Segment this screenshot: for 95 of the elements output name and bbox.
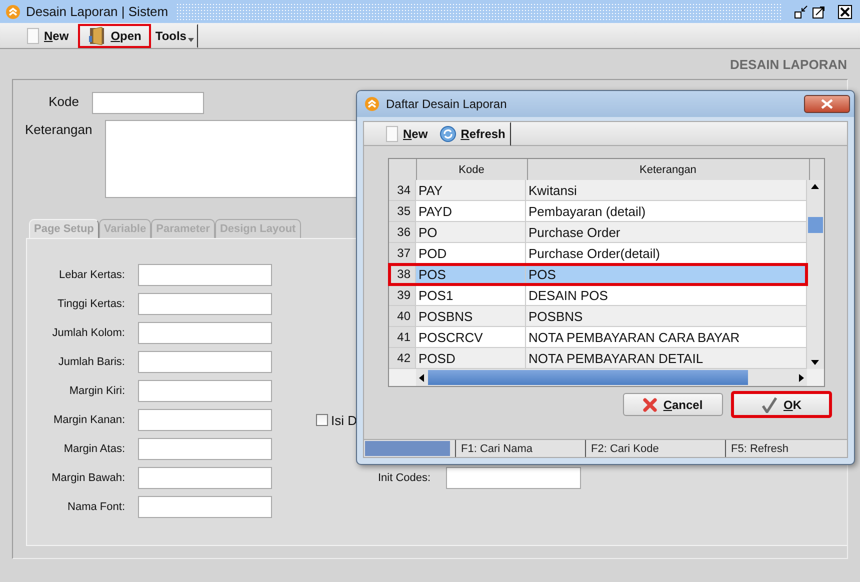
- field-label: Jumlah Baris:: [57, 356, 125, 368]
- field-label: Margin Kiri:: [68, 385, 125, 397]
- table-cell: Purchase Order: [526, 222, 806, 243]
- table-cell: POSBNS: [416, 306, 526, 327]
- table-row[interactable]: 41 POSCRCV NOTA PEMBAYARAN CARA BAYAR: [388, 327, 806, 348]
- input-field[interactable]: [92, 92, 204, 114]
- maximize-icon[interactable]: [812, 4, 826, 18]
- field-label: Nama Font:: [66, 501, 125, 513]
- check-icon: [761, 396, 778, 412]
- caret-icon: [188, 38, 194, 42]
- vertical-scrollbar[interactable]: [806, 180, 824, 369]
- table-cell: POS: [526, 264, 806, 285]
- row-number: 36: [388, 222, 416, 243]
- row-number: 42: [388, 348, 416, 369]
- row-number: 41: [388, 327, 416, 348]
- refresh-icon: [440, 126, 456, 142]
- input-field[interactable]: [138, 467, 272, 489]
- input-field[interactable]: [138, 496, 272, 518]
- field-label: Margin Atas:: [62, 443, 125, 455]
- row-number: 35: [388, 201, 416, 222]
- status-text: F5: Refresh: [725, 440, 847, 457]
- input-field[interactable]: [138, 322, 272, 344]
- table-row[interactable]: 42 POSD NOTA PEMBAYARAN DETAIL: [388, 348, 806, 369]
- open-button[interactable]: Open: [78, 24, 152, 48]
- row-number: 39: [388, 285, 416, 306]
- tools-menu[interactable]: Tools: [151, 24, 198, 48]
- field-label: Init Codes:: [378, 472, 432, 484]
- app-logo-icon: [365, 97, 379, 111]
- row-number: 38: [388, 264, 416, 285]
- checkbox-label: Isi D: [331, 412, 357, 428]
- new-button[interactable]: New: [380, 122, 434, 146]
- status-text: F2: Cari Kode: [585, 440, 725, 457]
- table-cell: NOTA PEMBAYARAN CARA BAYAR: [526, 327, 806, 348]
- table-cell: POS1: [416, 285, 526, 306]
- table-row[interactable]: 37 POD Purchase Order(detail): [388, 243, 806, 264]
- table-cell: DESAIN POS: [526, 285, 806, 306]
- field-label: Margin Kanan:: [52, 414, 125, 426]
- door-icon: [88, 26, 106, 44]
- table-cell: Pembayaran (detail): [526, 201, 806, 222]
- field-label: Keterangan: [24, 122, 94, 137]
- down-arrow-icon[interactable]: [811, 360, 819, 365]
- dialog-title: Daftar Desain Laporan: [386, 97, 508, 111]
- page-icon: [386, 126, 398, 142]
- right-arrow-icon[interactable]: [798, 374, 804, 382]
- scroll-thumb[interactable]: [428, 370, 748, 385]
- field-label: Margin Bawah:: [50, 472, 125, 484]
- page-icon: [27, 28, 39, 44]
- close-button[interactable]: [804, 95, 850, 113]
- table-cell: PO: [416, 222, 526, 243]
- close-icon: [821, 99, 833, 109]
- row-number: 40: [388, 306, 416, 327]
- row-number: 34: [388, 180, 416, 201]
- table-cell: POSCRCV: [416, 327, 526, 348]
- horizontal-scrollbar[interactable]: [416, 369, 806, 386]
- ok-button[interactable]: OK: [731, 391, 832, 418]
- left-arrow-icon[interactable]: [418, 374, 424, 382]
- row-number: 37: [388, 243, 416, 264]
- table-cell: PAYD: [416, 201, 526, 222]
- table-row[interactable]: 39 POS1 DESAIN POS: [388, 285, 806, 306]
- input-field[interactable]: [446, 467, 581, 489]
- table-row[interactable]: 36 PO Purchase Order: [388, 222, 806, 243]
- restore-icon[interactable]: [794, 4, 808, 18]
- input-field[interactable]: [138, 409, 272, 431]
- table-cell: POD: [416, 243, 526, 264]
- cancel-button[interactable]: Cancel: [623, 393, 723, 416]
- table-row[interactable]: 35 PAYD Pembayaran (detail): [388, 201, 806, 222]
- field-label: Lebar Kertas:: [58, 269, 125, 281]
- input-field[interactable]: [138, 351, 272, 373]
- table-cell: PAY: [416, 180, 526, 201]
- input-field[interactable]: [138, 293, 272, 315]
- field-label: Tinggi Kertas:: [56, 298, 125, 310]
- close-icon[interactable]: [838, 4, 852, 18]
- field-label: Kode: [48, 94, 80, 109]
- table-cell: POSD: [416, 348, 526, 369]
- checkbox[interactable]: [316, 414, 328, 426]
- new-button[interactable]: New: [18, 24, 78, 48]
- table-cell: Purchase Order(detail): [526, 243, 806, 264]
- table-cell: POSBNS: [526, 306, 806, 327]
- page-heading: DESAIN LAPORAN: [730, 57, 847, 74]
- status-text: F1: Cari Nama: [455, 440, 585, 457]
- field-label: Jumlah Kolom:: [51, 327, 125, 339]
- input-field[interactable]: [138, 264, 272, 286]
- app-logo-icon: [6, 4, 20, 18]
- table-cell: POS: [416, 264, 526, 285]
- close-icon: [643, 398, 658, 412]
- table-cell: Kwitansi: [526, 180, 806, 201]
- input-field[interactable]: [138, 380, 272, 402]
- table-cell: NOTA PEMBAYARAN DETAIL: [526, 348, 806, 369]
- input-field[interactable]: [138, 438, 272, 460]
- table-row[interactable]: 40 POSBNS POSBNS: [388, 306, 806, 327]
- window-title: Desain Laporan | Sistem: [26, 4, 168, 19]
- table-row[interactable]: 34 PAY Kwitansi: [388, 180, 806, 201]
- up-arrow-icon[interactable]: [811, 184, 819, 189]
- table-row[interactable]: 38 POS POS: [388, 264, 806, 285]
- scroll-thumb[interactable]: [808, 216, 822, 232]
